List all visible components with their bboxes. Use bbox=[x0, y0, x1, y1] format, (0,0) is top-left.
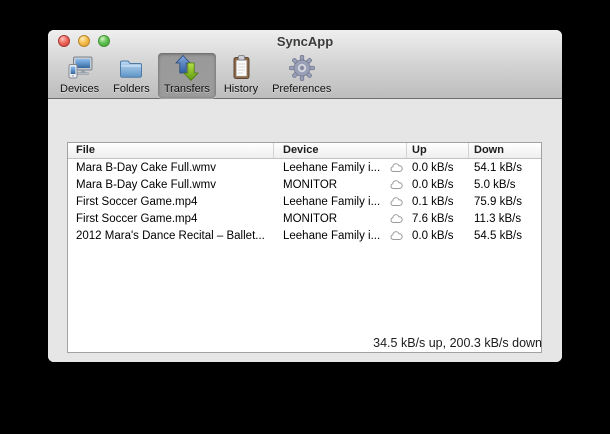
cell-file: Mara B-Day Cake Full.wmv bbox=[68, 162, 274, 174]
cell-device: Leehane Family i... bbox=[274, 230, 407, 242]
cell-file: 2012 Mara's Dance Recital – Ballet... bbox=[68, 230, 274, 242]
cell-down: 75.9 kB/s bbox=[469, 196, 541, 208]
toolbar-label-preferences: Preferences bbox=[272, 83, 331, 95]
device-name: Leehane Family i... bbox=[283, 230, 380, 242]
cell-down: 54.1 kB/s bbox=[469, 162, 541, 174]
cloud-icon bbox=[389, 180, 403, 190]
cloud-icon bbox=[389, 214, 403, 224]
cloud-icon bbox=[389, 163, 403, 173]
cell-down: 11.3 kB/s bbox=[469, 213, 541, 225]
toolbar-item-preferences[interactable]: Preferences bbox=[266, 53, 337, 98]
toolbar-label-history: History bbox=[224, 83, 258, 95]
column-header-down[interactable]: Down bbox=[469, 143, 541, 158]
toolbar: Devices Folders Transfers bbox=[54, 53, 337, 98]
cell-device: MONITOR bbox=[274, 179, 407, 191]
devices-icon bbox=[66, 54, 94, 82]
cell-file: First Soccer Game.mp4 bbox=[68, 213, 274, 225]
window-header: SyncApp Devices bbox=[48, 30, 562, 99]
window-title: SyncApp bbox=[48, 34, 562, 49]
cell-up: 0.0 kB/s bbox=[407, 230, 469, 242]
cell-file: First Soccer Game.mp4 bbox=[68, 196, 274, 208]
toolbar-label-folders: Folders bbox=[113, 83, 150, 95]
toolbar-label-devices: Devices bbox=[60, 83, 99, 95]
table-row[interactable]: First Soccer Game.mp4 MONITOR 7.6 kB/s 1… bbox=[68, 210, 541, 227]
table-header: File Device Up Down bbox=[68, 143, 541, 159]
cell-up: 0.1 kB/s bbox=[407, 196, 469, 208]
toolbar-item-history[interactable]: History bbox=[218, 53, 264, 98]
table-row[interactable]: 2012 Mara's Dance Recital – Ballet... Le… bbox=[68, 227, 541, 244]
syncapp-window: SyncApp Devices bbox=[48, 30, 562, 362]
table-row[interactable]: First Soccer Game.mp4 Leehane Family i..… bbox=[68, 193, 541, 210]
device-name: MONITOR bbox=[283, 213, 337, 225]
cell-up: 0.0 kB/s bbox=[407, 162, 469, 174]
preferences-icon bbox=[288, 54, 316, 82]
cell-device: Leehane Family i... bbox=[274, 196, 407, 208]
device-name: Leehane Family i... bbox=[283, 196, 380, 208]
device-name: Leehane Family i... bbox=[283, 162, 380, 174]
transfers-icon bbox=[173, 54, 201, 82]
toolbar-item-devices[interactable]: Devices bbox=[54, 53, 105, 98]
toolbar-item-transfers[interactable]: Transfers bbox=[158, 53, 216, 98]
cell-device: Leehane Family i... bbox=[274, 162, 407, 174]
table-row[interactable]: Mara B-Day Cake Full.wmv MONITOR 0.0 kB/… bbox=[68, 176, 541, 193]
cell-device: MONITOR bbox=[274, 213, 407, 225]
table-row[interactable]: Mara B-Day Cake Full.wmv Leehane Family … bbox=[68, 159, 541, 176]
history-icon bbox=[227, 54, 255, 82]
cell-down: 54.5 kB/s bbox=[469, 230, 541, 242]
transfer-rate-status: 34.5 kB/s up, 200.3 kB/s down bbox=[373, 336, 542, 350]
toolbar-item-folders[interactable]: Folders bbox=[107, 53, 156, 98]
cell-down: 5.0 kB/s bbox=[469, 179, 541, 191]
toolbar-label-transfers: Transfers bbox=[164, 83, 210, 95]
cell-up: 7.6 kB/s bbox=[407, 213, 469, 225]
cell-file: Mara B-Day Cake Full.wmv bbox=[68, 179, 274, 191]
device-name: MONITOR bbox=[283, 179, 337, 191]
column-header-device[interactable]: Device bbox=[274, 143, 407, 158]
transfers-table: File Device Up Down Mara B-Day Cake Full… bbox=[67, 142, 542, 353]
titlebar[interactable]: SyncApp bbox=[48, 30, 562, 52]
folders-icon bbox=[117, 54, 145, 82]
column-header-up[interactable]: Up bbox=[407, 143, 469, 158]
cloud-icon bbox=[389, 231, 403, 241]
cell-up: 0.0 kB/s bbox=[407, 179, 469, 191]
content-area: File Device Up Down Mara B-Day Cake Full… bbox=[48, 100, 562, 362]
column-header-file[interactable]: File bbox=[68, 143, 274, 158]
cloud-icon bbox=[389, 197, 403, 207]
